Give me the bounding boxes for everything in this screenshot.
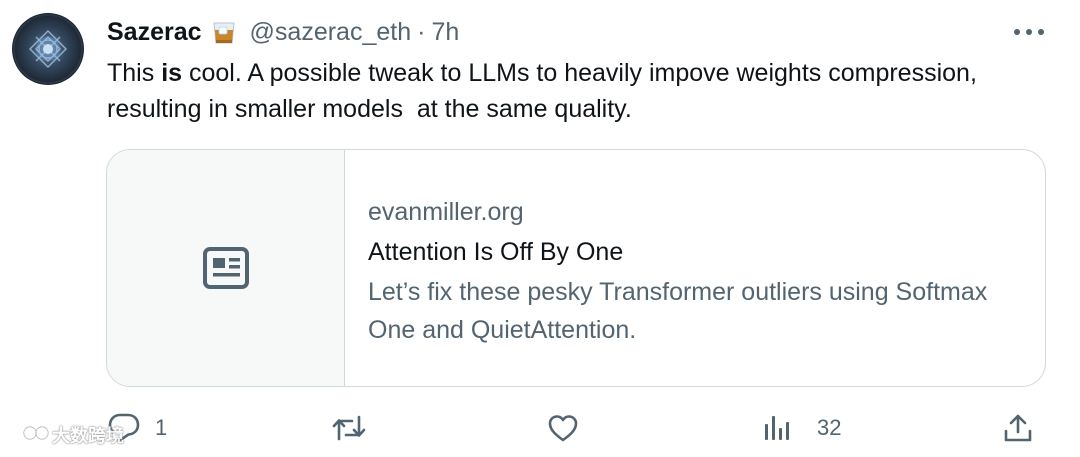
tweet-header: Sazerac @sazerac_eth · 7h: [107, 14, 459, 50]
more-options-icon[interactable]: [1014, 20, 1044, 44]
share-button[interactable]: [1003, 405, 1033, 451]
action-bar: 1 32: [0, 405, 1080, 451]
tweet-text: This is cool. A possible tweak to LLMs t…: [107, 55, 1007, 127]
article-icon: [202, 247, 249, 289]
views-icon: [765, 416, 789, 440]
timestamp[interactable]: 7h: [431, 18, 459, 47]
card-domain: evanmiller.org: [368, 198, 524, 226]
tweet-text-bold: is: [161, 59, 183, 87]
tweet-text-rest: cool. A possible tweak to LLMs to heavil…: [107, 59, 984, 123]
retweet-icon: [332, 415, 366, 441]
card-description: Let’s fix these pesky Transformer outlie…: [368, 278, 988, 344]
avatar-image: [13, 14, 83, 84]
separator-dot: ·: [417, 17, 426, 46]
like-button[interactable]: [547, 405, 593, 451]
display-name[interactable]: Sazerac: [107, 18, 202, 47]
link-card[interactable]: evanmiller.org Attention Is Off By One L…: [106, 149, 1046, 387]
watermark-text: 大数跨境: [52, 426, 124, 446]
view-count: 32: [817, 415, 842, 440]
whiskey-glass-icon: [210, 18, 238, 46]
user-handle[interactable]: @sazerac_eth: [250, 18, 412, 47]
heart-icon: [548, 415, 578, 442]
tweet-text-start: This: [107, 59, 162, 87]
tweet[interactable]: Sazerac @sazerac_eth · 7h This is cool. …: [0, 0, 1080, 457]
card-thumbnail: [107, 150, 345, 386]
views-button[interactable]: 32: [763, 405, 841, 451]
watermark-logo-icon: [9, 426, 49, 445]
retweet-button[interactable]: [331, 405, 381, 451]
share-icon: [1004, 414, 1032, 442]
watermark: 大数跨境: [8, 422, 124, 448]
avatar[interactable]: [12, 13, 84, 85]
reply-count: 1: [155, 415, 168, 440]
card-body: evanmiller.org Attention Is Off By One L…: [345, 150, 1045, 386]
card-title: Attention Is Off By One: [368, 238, 624, 266]
